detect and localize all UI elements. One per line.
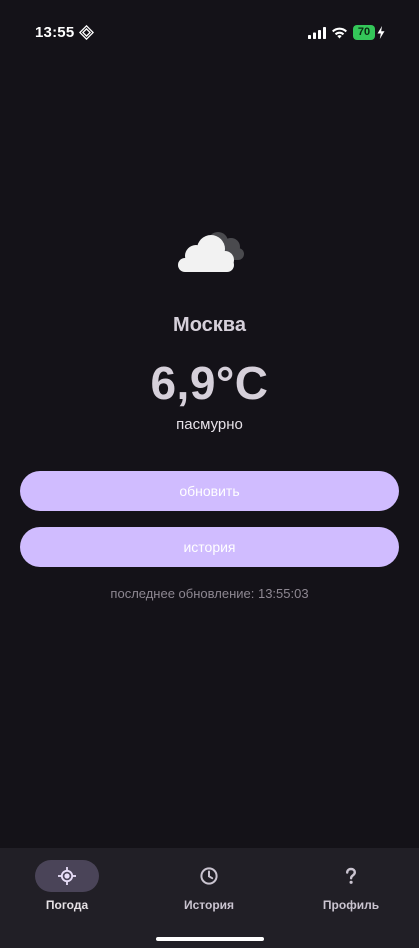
status-time: 13:55	[35, 24, 75, 41]
wifi-icon	[332, 27, 347, 39]
navigation-icon	[79, 25, 94, 40]
cloud-icon	[178, 232, 244, 272]
last-update-text: последнее обновление: 13:55:03	[110, 586, 309, 601]
clock-icon	[200, 867, 218, 885]
weather-location-icon	[58, 867, 76, 885]
nav-label-weather: Погода	[45, 898, 89, 912]
temperature: 6,9°C	[150, 357, 269, 409]
nav-item-history[interactable]: История	[140, 848, 280, 928]
question-mark-icon	[346, 867, 357, 884]
cellular-signal-icon	[308, 27, 326, 39]
history-button[interactable]: история	[20, 527, 399, 567]
battery-level: 70	[353, 25, 375, 40]
refresh-button[interactable]: обновить	[20, 471, 399, 511]
charging-bolt-icon	[377, 26, 385, 39]
bottom-navigation: Погода История Профиль	[0, 848, 419, 948]
nav-item-weather[interactable]: Погода	[0, 848, 140, 928]
status-bar: 13:55 70	[0, 0, 419, 62]
city-name: Москва	[173, 314, 246, 336]
nav-label-profile: Профиль	[322, 898, 380, 912]
nav-item-profile[interactable]: Профиль	[280, 848, 419, 928]
weather-screen: 13:55 70 Москва 6,9°C пасмурно обновить …	[0, 0, 419, 948]
nav-label-history: История	[183, 898, 235, 912]
weather-condition: пасмурно	[176, 416, 243, 433]
battery-indicator: 70	[353, 25, 386, 40]
home-indicator[interactable]	[156, 937, 264, 941]
